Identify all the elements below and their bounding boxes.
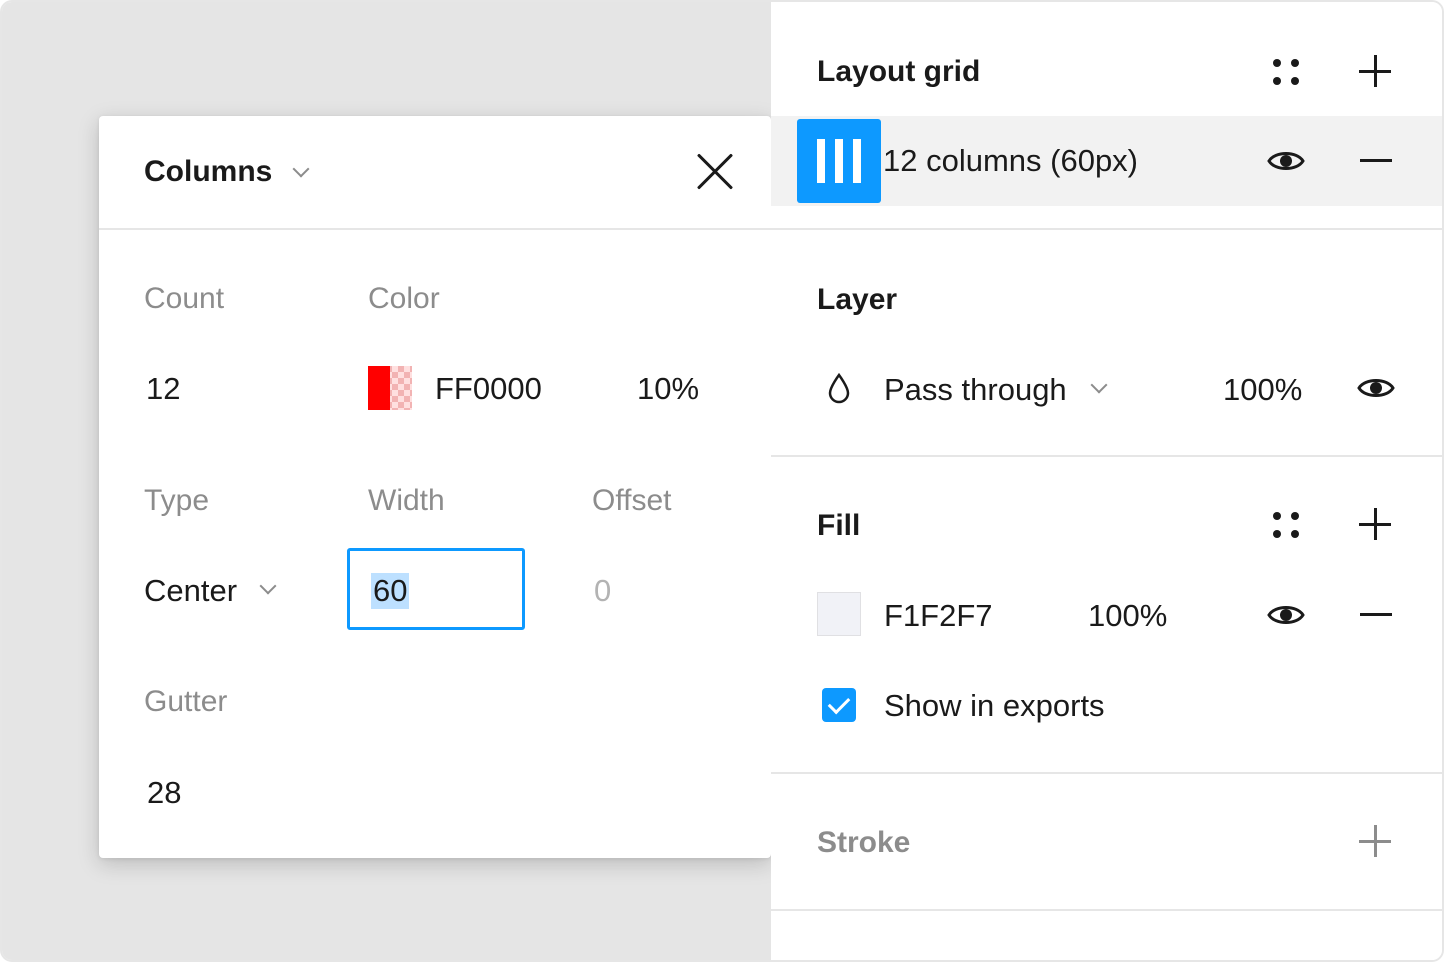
add-stroke-icon[interactable] — [1359, 825, 1391, 857]
gutter-input[interactable]: 28 — [147, 775, 181, 811]
color-label: Color — [368, 282, 440, 315]
show-in-exports-label[interactable]: Show in exports — [884, 688, 1105, 724]
stroke-title: Stroke — [817, 826, 911, 859]
color-hex-input[interactable]: FF0000 — [435, 371, 542, 407]
app-frame: Columns Count Color 12 FF0000 10% Type W… — [0, 0, 1444, 962]
layout-grid-item-label[interactable]: 12 columns (60px) — [883, 143, 1138, 179]
chevron-down-icon[interactable] — [259, 577, 277, 595]
color-swatch-solid — [368, 366, 390, 410]
gutter-label: Gutter — [144, 685, 228, 718]
type-label: Type — [144, 484, 210, 517]
count-label: Count — [144, 282, 225, 315]
type-dropdown[interactable]: Center — [144, 573, 237, 609]
popover-header: Columns — [99, 116, 771, 230]
layout-grid-item[interactable]: 12 columns (60px) — [771, 116, 1442, 206]
fill-opacity-input[interactable]: 100% — [1088, 598, 1167, 634]
section-divider — [771, 455, 1442, 457]
chevron-down-icon[interactable] — [1090, 376, 1108, 394]
width-label: Width — [368, 484, 445, 517]
layer-opacity-input[interactable]: 100% — [1223, 372, 1302, 408]
offset-input[interactable]: 0 — [594, 573, 611, 609]
eye-icon[interactable] — [1267, 601, 1305, 629]
fill-hex-input[interactable]: F1F2F7 — [884, 598, 993, 634]
add-fill-icon[interactable] — [1359, 508, 1391, 540]
layout-grid-title: Layout grid — [817, 55, 981, 88]
remove-fill-icon[interactable] — [1360, 599, 1392, 631]
add-layout-grid-icon[interactable] — [1359, 55, 1391, 87]
fill-title: Fill — [817, 509, 861, 542]
fill-color-swatch[interactable] — [817, 592, 861, 636]
section-divider — [771, 909, 1442, 911]
chevron-down-icon[interactable] — [292, 160, 310, 178]
eye-icon[interactable] — [1267, 147, 1305, 175]
section-divider — [771, 228, 1442, 230]
show-in-exports-checkbox[interactable] — [822, 688, 856, 722]
layer-title: Layer — [817, 283, 898, 316]
grid-type-dropdown-label[interactable]: Columns — [144, 155, 272, 189]
remove-layout-grid-icon[interactable] — [1360, 145, 1392, 177]
blend-mode-dropdown[interactable]: Pass through — [884, 372, 1067, 408]
eye-icon[interactable] — [1357, 374, 1395, 402]
drop-icon — [828, 372, 850, 404]
color-opacity-input[interactable]: 10% — [637, 371, 699, 407]
columns-settings-popover: Columns Count Color 12 FF0000 10% Type W… — [99, 116, 771, 858]
properties-panel: Layout grid 12 columns (60px) Layer Pass… — [771, 2, 1442, 960]
offset-label: Offset — [592, 484, 672, 517]
columns-grid-icon[interactable] — [797, 119, 881, 203]
section-divider — [771, 772, 1442, 774]
fill-styles-icon[interactable] — [1271, 510, 1301, 540]
width-input[interactable]: 60 — [347, 548, 525, 630]
close-icon[interactable] — [697, 154, 733, 190]
grid-styles-icon[interactable] — [1271, 57, 1301, 87]
count-input[interactable]: 12 — [146, 371, 180, 407]
width-input-value: 60 — [371, 573, 410, 609]
color-swatch[interactable] — [368, 366, 412, 410]
